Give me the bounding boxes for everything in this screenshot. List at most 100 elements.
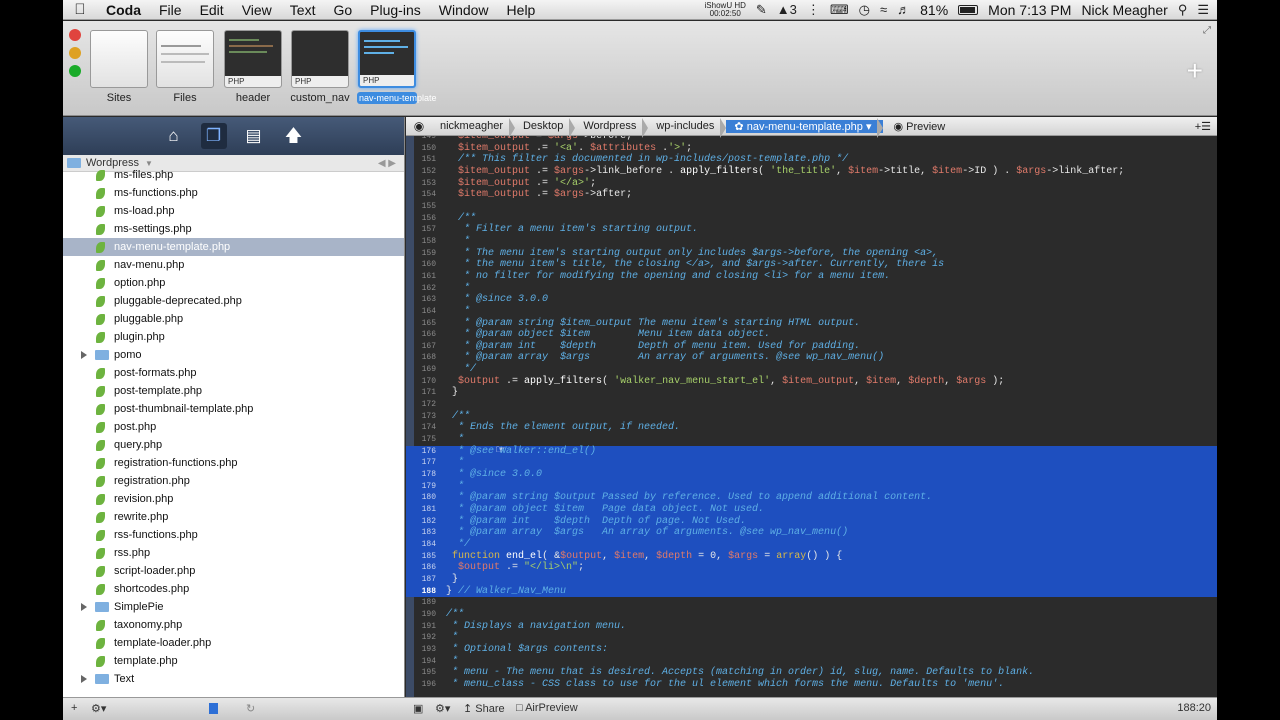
gear-icon[interactable]: ⚙▾ — [91, 702, 106, 715]
code-line: 183 * @param array $args An array of arg… — [406, 527, 1217, 539]
file-row[interactable]: option.php — [63, 274, 404, 292]
disclosure-triangle-icon[interactable] — [81, 603, 87, 611]
file-row[interactable]: pluggable-deprecated.php — [63, 292, 404, 310]
fullscreen-icon[interactable]: ⤢ — [1203, 25, 1211, 36]
menu-plugins[interactable]: Plug-ins — [361, 2, 430, 18]
share-button[interactable]: ↥ Share — [463, 702, 505, 715]
eye-icon[interactable]: ◉ — [406, 119, 432, 133]
code-area[interactable]: 149 $item_output = $args->before; 150 $it… — [406, 136, 1217, 697]
new-tab-plus-icon[interactable]: + — [1187, 55, 1203, 87]
home-icon[interactable]: ⌂ — [161, 123, 187, 149]
battery-percent[interactable]: 81% — [920, 2, 948, 18]
tab-custom-nav[interactable]: PHP custom_nav — [290, 30, 350, 104]
notification-icon[interactable]: ▲3 — [777, 2, 797, 17]
editor-gear-icon[interactable]: ⚙▾ — [435, 702, 450, 715]
menu-edit[interactable]: Edit — [191, 2, 233, 18]
zoom-window-button[interactable] — [69, 65, 81, 77]
file-row[interactable]: plugin.php — [63, 328, 404, 346]
line-number: 193 — [421, 644, 436, 654]
volume-icon[interactable]: ♬ — [897, 2, 910, 17]
file-name: ms-files.php — [114, 169, 174, 181]
disclosure-triangle-icon[interactable] — [81, 351, 87, 359]
share-icon: ↥ — [463, 703, 476, 715]
file-row[interactable]: taxonomy.php — [63, 616, 404, 634]
tab-sites-label: Sites — [106, 92, 132, 104]
split-view-icon[interactable]: +☰ — [1195, 120, 1217, 133]
tab-sites[interactable]: Sites — [89, 30, 149, 104]
airpreview-button[interactable]: □ AirPreview — [516, 702, 578, 714]
keyboard-icon[interactable]: ⌨ — [830, 2, 849, 18]
time-machine-icon[interactable]: ◷ — [859, 2, 870, 18]
hide-sidebar-icon[interactable]: ▣ — [413, 702, 423, 715]
file-row[interactable]: ms-files.php — [63, 166, 404, 184]
file-row[interactable]: rewrite.php — [63, 508, 404, 526]
disclosure-triangle-icon[interactable] — [81, 675, 87, 683]
path-crumb-user[interactable]: nickmeagher — [432, 118, 515, 138]
close-window-button[interactable] — [69, 29, 81, 41]
notification-center-icon[interactable]: ☰ — [1197, 2, 1209, 18]
path-crumb-wp-includes[interactable]: wp-includes — [648, 118, 727, 138]
line-text: */ — [446, 538, 471, 550]
file-row[interactable]: template-loader.php — [63, 634, 404, 652]
folder-row[interactable]: Text — [63, 670, 404, 688]
menu-file[interactable]: File — [150, 2, 191, 18]
add-icon[interactable]: + — [71, 702, 77, 714]
preview-button[interactable]: ◉ Preview — [883, 120, 945, 133]
apple-menu-icon[interactable]:  — [63, 1, 97, 18]
file-row[interactable]: rss.php — [63, 544, 404, 562]
file-row[interactable]: nav-menu-template.php — [63, 238, 404, 256]
menu-help[interactable]: Help — [498, 2, 545, 18]
file-row[interactable]: query.php — [63, 436, 404, 454]
file-row[interactable]: shortcodes.php — [63, 580, 404, 598]
tab-header[interactable]: PHP header — [223, 30, 283, 104]
file-row[interactable]: revision.php — [63, 490, 404, 508]
code-line: 181 * @param object $item Page data obje… — [406, 504, 1217, 516]
line-number: 157 — [421, 225, 436, 235]
sidebar-toggle-icon[interactable] — [209, 702, 218, 714]
wifi-icon[interactable]: ≈ — [880, 2, 887, 17]
tab-files-label: Files — [173, 92, 197, 104]
file-row[interactable]: ms-load.php — [63, 202, 404, 220]
file-row[interactable]: registration-functions.php — [63, 454, 404, 472]
list-icon[interactable]: ▤ — [241, 123, 267, 149]
file-row[interactable]: pluggable.php — [63, 310, 404, 328]
battery-icon[interactable] — [958, 4, 979, 15]
app-menu[interactable]: Coda — [97, 2, 150, 18]
files-icon[interactable]: ❐ — [200, 123, 227, 149]
file-row[interactable]: post.php — [63, 418, 404, 436]
minimize-window-button[interactable] — [69, 47, 81, 59]
path-crumb-desktop[interactable]: Desktop — [515, 118, 576, 138]
menu-view[interactable]: View — [233, 2, 281, 18]
up-arrow-icon[interactable]: 🡅 — [281, 123, 307, 149]
screen-recorder-status[interactable]: iShowU HD 00:02:50 — [705, 1, 746, 18]
code-line: 165 * @param string $item_output The men… — [406, 318, 1217, 330]
menubar-clock[interactable]: Mon 7:13 PM — [988, 2, 1071, 18]
path-crumb-current-file[interactable]: ✿ nav-menu-template.php ▾ — [726, 117, 884, 138]
evernote-icon[interactable]: ✎ — [756, 2, 767, 18]
menu-text[interactable]: Text — [281, 2, 325, 18]
file-row[interactable]: nav-menu.php — [63, 256, 404, 274]
file-row[interactable]: post-formats.php — [63, 364, 404, 382]
file-row[interactable]: ms-functions.php — [63, 184, 404, 202]
folder-row[interactable]: pomo — [63, 346, 404, 364]
path-crumb-wordpress[interactable]: Wordpress — [575, 118, 649, 138]
spotlight-search-icon[interactable]: ⚲ — [1178, 2, 1188, 18]
file-row[interactable]: registration.php — [63, 472, 404, 490]
tab-nav-menu-template[interactable]: PHP nav-menu-template — [357, 30, 437, 104]
dots-icon[interactable]: ⋮ — [807, 2, 820, 18]
menu-window[interactable]: Window — [430, 2, 498, 18]
menubar-user[interactable]: Nick Meagher — [1081, 2, 1167, 18]
code-line: 150 $item_output .= '<a'. $attributes .'… — [406, 143, 1217, 155]
tab-files[interactable]: Files — [155, 30, 215, 104]
folder-icon — [95, 350, 109, 360]
sync-icon[interactable]: ↻ — [246, 702, 255, 715]
file-row[interactable]: template.php — [63, 652, 404, 670]
file-row[interactable]: post-thumbnail-template.php — [63, 400, 404, 418]
file-row[interactable]: ms-settings.php — [63, 220, 404, 238]
file-row[interactable]: post-template.php — [63, 382, 404, 400]
line-text: $item_output .= $args->after; — [458, 189, 633, 201]
folder-row[interactable]: SimplePie — [63, 598, 404, 616]
file-row[interactable]: script-loader.php — [63, 562, 404, 580]
menu-go[interactable]: Go — [324, 2, 361, 18]
file-row[interactable]: rss-functions.php — [63, 526, 404, 544]
